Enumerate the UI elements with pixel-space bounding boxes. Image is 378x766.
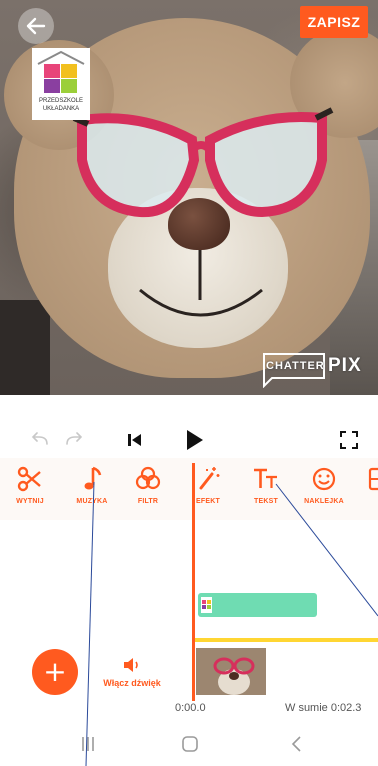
editing-tools-bar: WYTNIJ MUZYKA FILTR EFEKT TEKST NAKLEJKA [0, 458, 378, 520]
text-clip-thumbnail [201, 597, 212, 613]
fullscreen-button[interactable] [334, 420, 364, 460]
tool-ratio-label: P [352, 498, 378, 505]
chatterpix-text-pix: PIX [328, 355, 362, 376]
home-icon [182, 736, 198, 752]
sticker-icon [312, 467, 336, 491]
school-logo-sticker[interactable]: PRZEDSZKOLE UKŁADANKA [32, 48, 90, 120]
puzzle-house-icon [202, 600, 211, 609]
undo-icon [31, 432, 48, 445]
recent-apps-icon [82, 737, 94, 751]
play-button[interactable] [178, 420, 210, 460]
system-navigation-bar [0, 722, 378, 766]
speaker-icon [124, 658, 138, 672]
tool-filter[interactable]: FILTR [118, 458, 178, 520]
playback-controls [0, 420, 378, 460]
play-icon [187, 430, 203, 450]
audio-track[interactable] [195, 638, 378, 642]
filter-icon [135, 466, 161, 490]
tool-sticker[interactable]: NAKLEJKA [294, 458, 354, 520]
recent-apps-button[interactable] [68, 730, 108, 758]
add-button[interactable]: + [32, 649, 78, 695]
tool-filter-label: FILTR [137, 498, 159, 505]
tool-text-label: TEKST [254, 498, 278, 505]
fullscreen-icon [340, 431, 358, 449]
sound-toggle-button[interactable]: Włącz dźwięk [96, 656, 168, 696]
video-preview[interactable]: ZAPISZ PRZEDSZKOLE UKŁADANKA CHATTER PIX [0, 0, 378, 395]
current-time: 0:00.0 [175, 702, 206, 714]
tool-sticker-label: NAKLEJKA [304, 498, 344, 505]
music-note-icon [84, 466, 102, 490]
magic-wand-icon [199, 467, 220, 490]
scissors-icon [17, 466, 41, 492]
home-button[interactable] [170, 730, 210, 758]
total-duration: W sumie 0:02.3 [285, 702, 362, 714]
tool-ratio[interactable]: P [352, 458, 378, 520]
skip-to-start-button[interactable] [120, 420, 150, 460]
back-nav-button[interactable] [276, 730, 316, 758]
back-button[interactable] [18, 8, 54, 44]
arrow-left-icon [26, 17, 46, 35]
video-clip-thumbnail[interactable] [196, 648, 266, 695]
text-icon [254, 468, 277, 488]
school-logo-text-line2: UKŁADANKA [42, 106, 80, 112]
school-logo-text-line1: PRZEDSZKOLE [38, 98, 83, 104]
video-clip-preview-image [196, 648, 266, 695]
glasses-sticker[interactable] [72, 107, 334, 218]
sound-toggle-label: Włącz dźwięk [103, 678, 161, 688]
tool-text[interactable]: TEKST [236, 458, 296, 520]
tool-cut[interactable]: WYTNIJ [0, 458, 60, 520]
puzzle-house-icon [37, 50, 85, 93]
redo-button[interactable] [60, 420, 88, 460]
skip-to-start-icon [128, 434, 141, 446]
ratio-icon [368, 467, 378, 491]
chatterpix-watermark: CHATTER PIX [262, 348, 370, 388]
redo-icon [66, 432, 83, 445]
chevron-left-icon [291, 736, 301, 752]
tool-effect-label: EFEKT [196, 498, 220, 505]
save-button[interactable]: ZAPISZ [300, 6, 368, 38]
tool-music-label: MUZYKA [76, 498, 108, 505]
chatterpix-text-chatter: CHATTER [266, 360, 325, 372]
text-clip-track[interactable] [198, 593, 317, 617]
timeline-playhead[interactable] [192, 463, 195, 701]
tool-cut-label: WYTNIJ [16, 498, 44, 505]
tool-effect[interactable]: EFEKT [178, 458, 238, 520]
tool-music[interactable]: MUZYKA [62, 458, 122, 520]
undo-button[interactable] [26, 420, 54, 460]
